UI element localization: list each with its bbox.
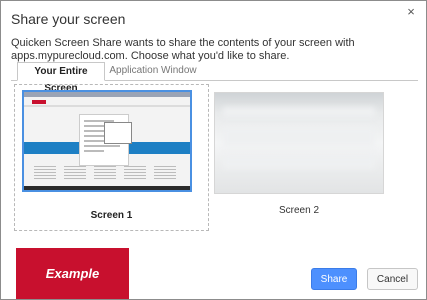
tab-application-window[interactable]: Application Window [107, 62, 199, 79]
screen-picker: Screen 1 Screen 2 [11, 80, 418, 232]
close-icon[interactable]: × [404, 5, 418, 19]
dialog-title: Share your screen [11, 11, 126, 27]
example-badge: Example [16, 248, 129, 299]
screen-1-caption: Screen 1 [90, 210, 133, 221]
screen-1-thumbnail [22, 90, 192, 192]
tab-entire-screen[interactable]: Your Entire Screen [17, 62, 105, 94]
screen-2-caption[interactable]: Screen 2 [214, 205, 384, 216]
screen-2-thumbnail[interactable] [214, 92, 384, 194]
share-screen-dialog: Share your screen × Quicken Screen Share… [0, 0, 427, 300]
tab-bar: Your Entire Screen Application Window [11, 62, 418, 94]
cancel-button[interactable]: Cancel [367, 268, 418, 290]
screen-1-option[interactable]: Screen 1 [14, 84, 209, 231]
dialog-message: Quicken Screen Share wants to share the … [11, 37, 355, 62]
share-button[interactable]: Share [311, 268, 357, 290]
